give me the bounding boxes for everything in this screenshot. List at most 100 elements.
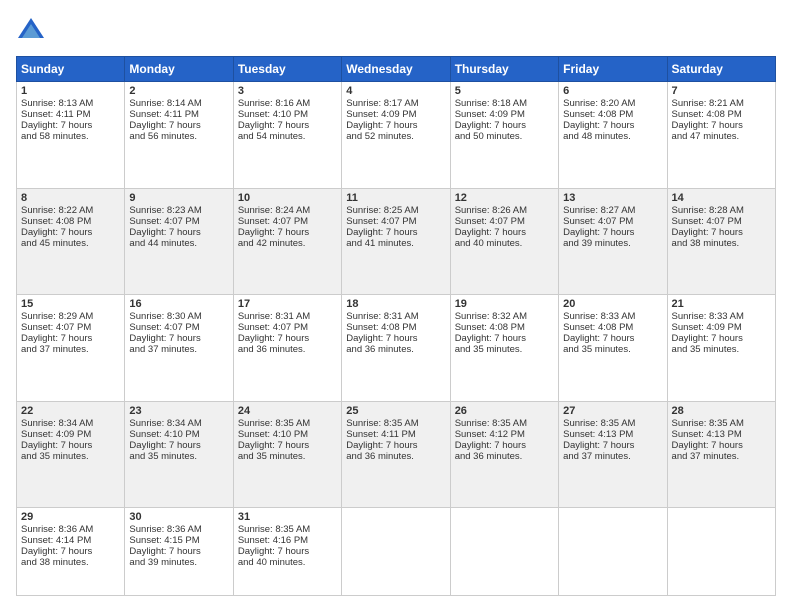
sunset-text: Sunset: 4:08 PM	[563, 322, 633, 333]
sunrise-text: Sunrise: 8:23 AM	[129, 205, 201, 216]
daylight-text: Daylight: 7 hours	[238, 227, 309, 238]
sunset-text: Sunset: 4:07 PM	[455, 216, 525, 227]
calendar-cell: 29Sunrise: 8:36 AMSunset: 4:14 PMDayligh…	[17, 508, 125, 596]
sunset-text: Sunset: 4:08 PM	[21, 216, 91, 227]
calendar-cell: 31Sunrise: 8:35 AMSunset: 4:16 PMDayligh…	[233, 508, 341, 596]
daylight-and-text: and 41 minutes.	[346, 238, 414, 249]
calendar-header-friday: Friday	[559, 57, 667, 82]
daylight-text: Daylight: 7 hours	[21, 120, 92, 131]
daylight-text: Daylight: 7 hours	[455, 227, 526, 238]
day-number: 14	[672, 192, 771, 204]
calendar-week-row: 22Sunrise: 8:34 AMSunset: 4:09 PMDayligh…	[17, 401, 776, 508]
daylight-text: Daylight: 7 hours	[129, 546, 200, 557]
day-number: 31	[238, 511, 337, 523]
sunset-text: Sunset: 4:09 PM	[346, 109, 416, 120]
daylight-text: Daylight: 7 hours	[21, 227, 92, 238]
calendar-cell: 4Sunrise: 8:17 AMSunset: 4:09 PMDaylight…	[342, 82, 450, 189]
daylight-and-text: and 37 minutes.	[563, 451, 631, 462]
logo-icon	[16, 16, 46, 46]
sunset-text: Sunset: 4:10 PM	[129, 429, 199, 440]
day-number: 4	[346, 85, 445, 97]
calendar-cell: 11Sunrise: 8:25 AMSunset: 4:07 PMDayligh…	[342, 188, 450, 295]
daylight-text: Daylight: 7 hours	[346, 120, 417, 131]
daylight-text: Daylight: 7 hours	[21, 333, 92, 344]
sunset-text: Sunset: 4:07 PM	[346, 216, 416, 227]
day-number: 13	[563, 192, 662, 204]
sunset-text: Sunset: 4:09 PM	[21, 429, 91, 440]
daylight-text: Daylight: 7 hours	[563, 227, 634, 238]
calendar-cell	[559, 508, 667, 596]
daylight-and-text: and 56 minutes.	[129, 131, 197, 142]
sunrise-text: Sunrise: 8:33 AM	[672, 311, 744, 322]
sunset-text: Sunset: 4:16 PM	[238, 535, 308, 546]
day-number: 6	[563, 85, 662, 97]
sunset-text: Sunset: 4:07 PM	[672, 216, 742, 227]
sunset-text: Sunset: 4:10 PM	[238, 109, 308, 120]
daylight-text: Daylight: 7 hours	[238, 546, 309, 557]
calendar-cell: 16Sunrise: 8:30 AMSunset: 4:07 PMDayligh…	[125, 295, 233, 402]
calendar-cell	[667, 508, 775, 596]
daylight-and-text: and 37 minutes.	[21, 344, 89, 355]
daylight-and-text: and 37 minutes.	[672, 451, 740, 462]
calendar-cell: 27Sunrise: 8:35 AMSunset: 4:13 PMDayligh…	[559, 401, 667, 508]
day-number: 9	[129, 192, 228, 204]
day-number: 8	[21, 192, 120, 204]
sunset-text: Sunset: 4:07 PM	[238, 322, 308, 333]
day-number: 18	[346, 298, 445, 310]
daylight-and-text: and 36 minutes.	[455, 451, 523, 462]
daylight-text: Daylight: 7 hours	[346, 333, 417, 344]
sunset-text: Sunset: 4:11 PM	[129, 109, 199, 120]
sunrise-text: Sunrise: 8:21 AM	[672, 98, 744, 109]
day-number: 28	[672, 405, 771, 417]
calendar-cell: 17Sunrise: 8:31 AMSunset: 4:07 PMDayligh…	[233, 295, 341, 402]
daylight-and-text: and 35 minutes.	[563, 344, 631, 355]
daylight-text: Daylight: 7 hours	[563, 440, 634, 451]
daylight-text: Daylight: 7 hours	[238, 120, 309, 131]
day-number: 11	[346, 192, 445, 204]
daylight-and-text: and 40 minutes.	[238, 557, 306, 568]
header	[16, 16, 776, 46]
sunrise-text: Sunrise: 8:17 AM	[346, 98, 418, 109]
daylight-text: Daylight: 7 hours	[455, 440, 526, 451]
sunset-text: Sunset: 4:07 PM	[563, 216, 633, 227]
sunset-text: Sunset: 4:08 PM	[455, 322, 525, 333]
sunrise-text: Sunrise: 8:16 AM	[238, 98, 310, 109]
calendar-cell: 1Sunrise: 8:13 AMSunset: 4:11 PMDaylight…	[17, 82, 125, 189]
day-number: 30	[129, 511, 228, 523]
calendar-cell: 13Sunrise: 8:27 AMSunset: 4:07 PMDayligh…	[559, 188, 667, 295]
daylight-and-text: and 35 minutes.	[129, 451, 197, 462]
calendar-cell: 22Sunrise: 8:34 AMSunset: 4:09 PMDayligh…	[17, 401, 125, 508]
calendar-cell: 12Sunrise: 8:26 AMSunset: 4:07 PMDayligh…	[450, 188, 558, 295]
daylight-and-text: and 36 minutes.	[238, 344, 306, 355]
daylight-text: Daylight: 7 hours	[672, 227, 743, 238]
calendar-cell: 9Sunrise: 8:23 AMSunset: 4:07 PMDaylight…	[125, 188, 233, 295]
sunrise-text: Sunrise: 8:14 AM	[129, 98, 201, 109]
calendar-cell: 30Sunrise: 8:36 AMSunset: 4:15 PMDayligh…	[125, 508, 233, 596]
sunrise-text: Sunrise: 8:26 AM	[455, 205, 527, 216]
sunrise-text: Sunrise: 8:31 AM	[346, 311, 418, 322]
calendar-week-row: 15Sunrise: 8:29 AMSunset: 4:07 PMDayligh…	[17, 295, 776, 402]
sunrise-text: Sunrise: 8:33 AM	[563, 311, 635, 322]
calendar-header-wednesday: Wednesday	[342, 57, 450, 82]
calendar-week-row: 1Sunrise: 8:13 AMSunset: 4:11 PMDaylight…	[17, 82, 776, 189]
calendar-cell: 15Sunrise: 8:29 AMSunset: 4:07 PMDayligh…	[17, 295, 125, 402]
calendar-header-tuesday: Tuesday	[233, 57, 341, 82]
logo	[16, 16, 50, 46]
sunrise-text: Sunrise: 8:35 AM	[346, 418, 418, 429]
daylight-text: Daylight: 7 hours	[346, 227, 417, 238]
sunset-text: Sunset: 4:13 PM	[563, 429, 633, 440]
calendar-cell: 19Sunrise: 8:32 AMSunset: 4:08 PMDayligh…	[450, 295, 558, 402]
sunset-text: Sunset: 4:08 PM	[563, 109, 633, 120]
calendar-header-monday: Monday	[125, 57, 233, 82]
daylight-and-text: and 39 minutes.	[563, 238, 631, 249]
sunset-text: Sunset: 4:07 PM	[129, 322, 199, 333]
sunset-text: Sunset: 4:10 PM	[238, 429, 308, 440]
daylight-text: Daylight: 7 hours	[238, 333, 309, 344]
daylight-and-text: and 38 minutes.	[672, 238, 740, 249]
calendar-cell: 23Sunrise: 8:34 AMSunset: 4:10 PMDayligh…	[125, 401, 233, 508]
calendar-cell: 3Sunrise: 8:16 AMSunset: 4:10 PMDaylight…	[233, 82, 341, 189]
day-number: 29	[21, 511, 120, 523]
calendar-cell	[342, 508, 450, 596]
calendar-cell: 20Sunrise: 8:33 AMSunset: 4:08 PMDayligh…	[559, 295, 667, 402]
calendar-week-row: 8Sunrise: 8:22 AMSunset: 4:08 PMDaylight…	[17, 188, 776, 295]
